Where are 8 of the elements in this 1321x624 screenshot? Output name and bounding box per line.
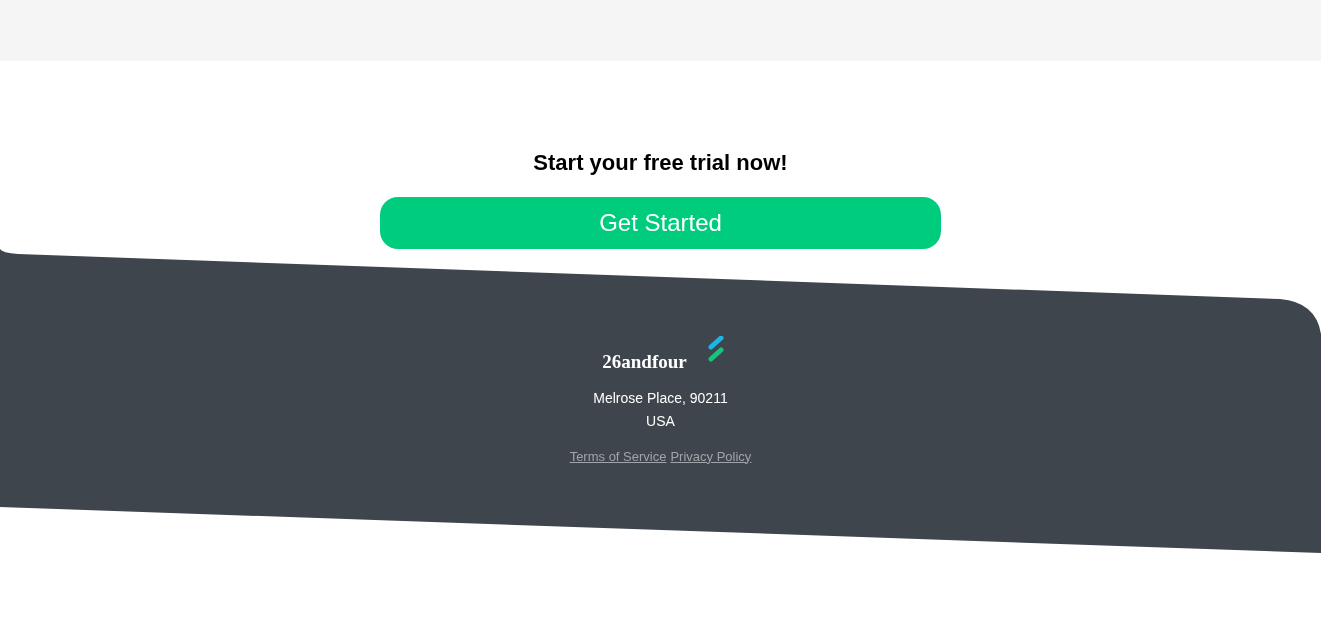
brand-name: 26andfour (602, 350, 687, 374)
logo-icon (706, 336, 725, 362)
get-started-button[interactable]: Get Started (380, 197, 941, 249)
cta-heading: Start your free trial now! (533, 149, 788, 177)
footer-link[interactable]: Privacy Policy (670, 446, 752, 466)
footer-link[interactable]: Terms of Service (569, 446, 667, 466)
address-line: Melrose Place, 90211 (593, 388, 728, 408)
address-line: USA (646, 411, 675, 431)
